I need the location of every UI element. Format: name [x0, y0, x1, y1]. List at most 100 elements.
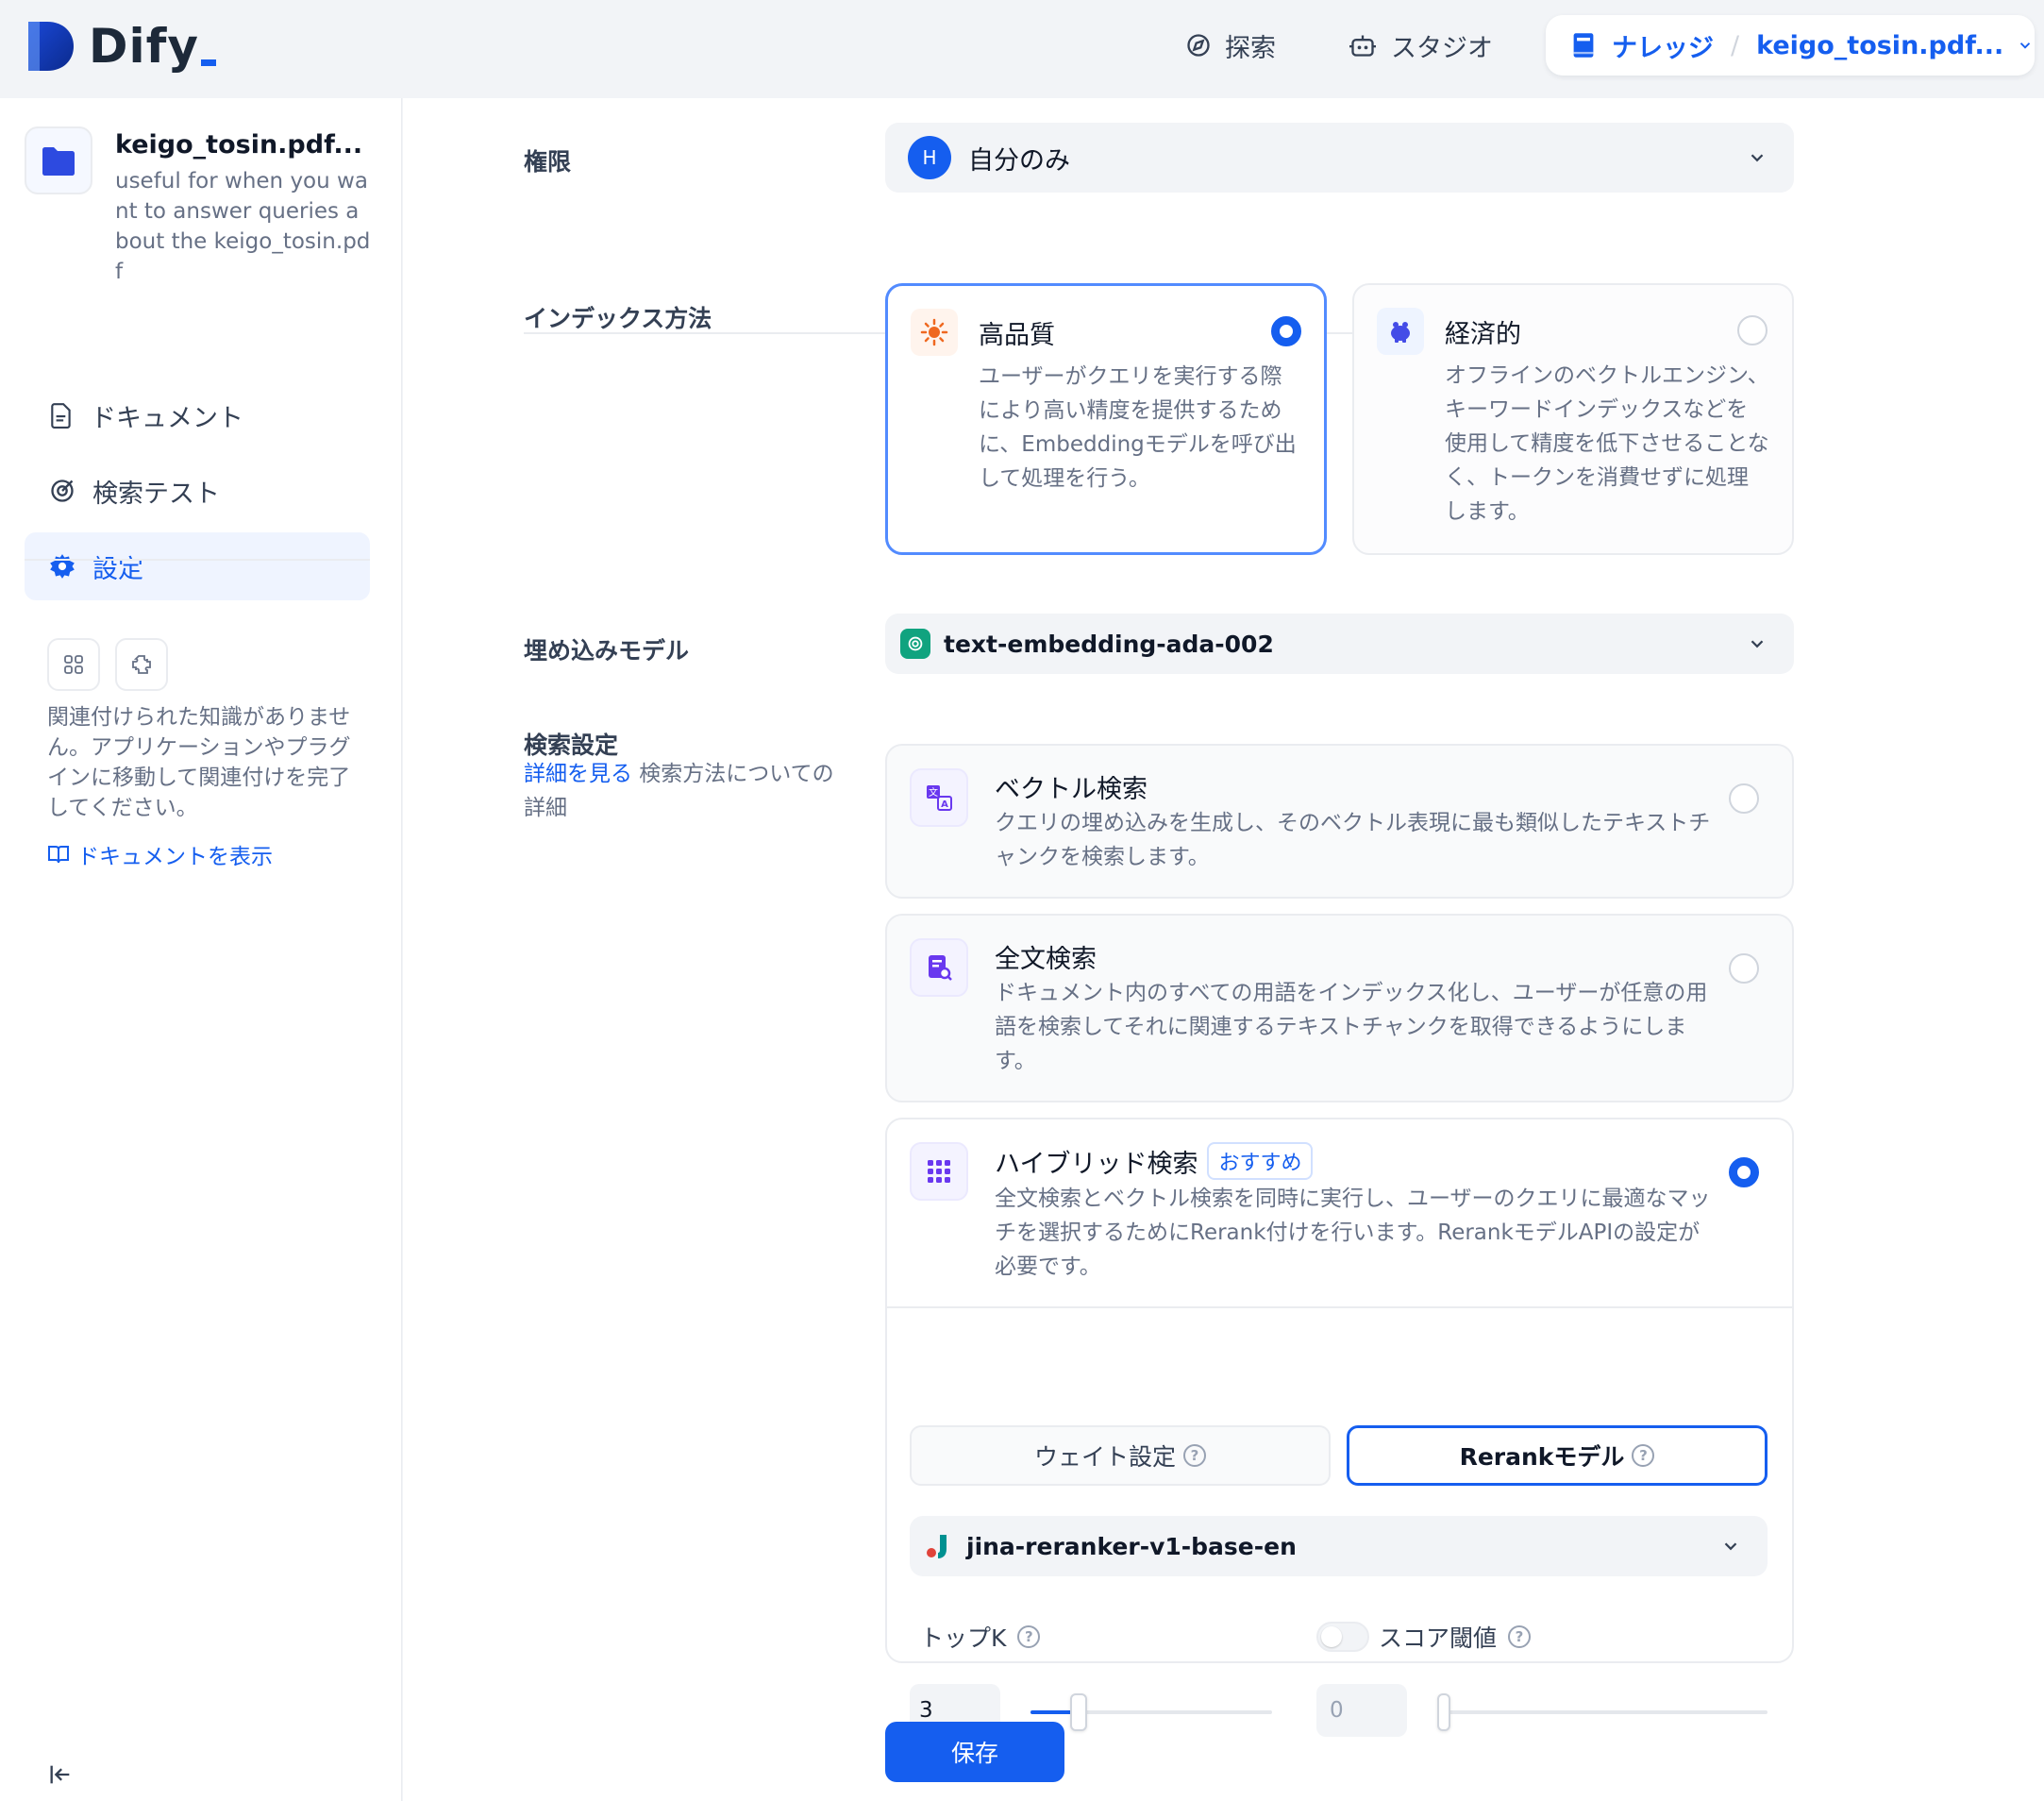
permission-value: 自分のみ: [968, 145, 1070, 176]
index-option-high-quality[interactable]: 高品質 ユーザーがクエリを実行する際により高い精度を提供するために、Embedd…: [885, 283, 1327, 555]
radio-selected[interactable]: [1729, 1157, 1759, 1187]
slider-track: [1437, 1710, 1768, 1714]
nav-knowledge[interactable]: ナレッジ / keigo_tosin.pdf...: [1546, 15, 2035, 76]
embedding-model-select[interactable]: text-embedding-ada-002: [885, 614, 1794, 674]
retrieval-option-desc: 全文検索とベクトル検索を同時に実行し、ユーザーのクエリに最適なマッチを選択するた…: [995, 1187, 1711, 1279]
target-icon: [51, 480, 74, 502]
learn-more-link[interactable]: 詳細を見る: [524, 762, 632, 786]
radio-unselected[interactable]: [1729, 953, 1759, 984]
apps-icon: [47, 638, 100, 691]
retrieval-option-desc: クエリの埋め込みを生成し、そのベクトル表現に最も類似したテキストチャンクを検索し…: [995, 811, 1711, 869]
tab-rerank-model[interactable]: Rerankモデル?: [1347, 1425, 1768, 1486]
slider-thumb[interactable]: [1070, 1693, 1088, 1731]
open-book-icon: [48, 846, 69, 864]
permission-select[interactable]: H 自分のみ: [885, 123, 1794, 193]
gear-icon: [50, 554, 75, 579]
retrieval-option-desc: ドキュメント内のすべての用語をインデックス化し、ユーザーが任意の用語を検索してそ…: [995, 981, 1708, 1073]
dify-logo[interactable]: Dify: [26, 19, 216, 74]
collapse-sidebar-icon[interactable]: [47, 1761, 74, 1792]
tab-label: Rerankモデル: [1459, 1443, 1625, 1471]
nav-studio-label: スタジオ: [1391, 33, 1493, 63]
help-icon[interactable]: ?: [1183, 1444, 1206, 1467]
score-threshold-toggle[interactable]: [1316, 1622, 1369, 1652]
openai-icon: [900, 629, 930, 659]
top-k-slider[interactable]: [1030, 1693, 1272, 1731]
help-icon[interactable]: ?: [1632, 1444, 1655, 1467]
slider-thumb[interactable]: [1437, 1693, 1450, 1731]
sun-icon: [911, 309, 958, 356]
index-option-desc: オフラインのベクトルエンジン、キーワードインデックスなどを使用して精度を低下させ…: [1445, 363, 1769, 524]
embedding-model-label: 埋め込みモデル: [524, 637, 690, 665]
brand-underscore: [201, 59, 216, 66]
chevron-down-icon: [1751, 640, 1764, 648]
index-option-economical[interactable]: 経済的 オフラインのベクトルエンジン、キーワードインデックスなどを使用して精度を…: [1352, 283, 1794, 555]
radio-unselected[interactable]: [1729, 783, 1759, 814]
radio-unselected[interactable]: [1737, 315, 1768, 345]
settings-panel: 権限 H 自分のみ インデックス方法 高品質 ユーザーがクエリを実行する際により…: [403, 98, 2044, 1801]
chevron-down-icon: [1724, 1542, 1737, 1551]
help-icon[interactable]: ?: [1017, 1625, 1041, 1648]
retrieval-option-fulltext[interactable]: 全文検索 ドキュメント内のすべての用語をインデックス化し、ユーザーが任意の用語を…: [885, 914, 1794, 1102]
nav-studio[interactable]: スタジオ: [1348, 23, 1493, 68]
score-threshold-input[interactable]: 0: [1316, 1684, 1407, 1737]
retrieval-option-title: 全文検索: [995, 945, 1097, 974]
top-bar: Dify 探索 スタジオ ナレッジ / keigo_tosin.pdf...: [0, 0, 2044, 98]
top-k-text: トップK: [920, 1624, 1007, 1652]
breadcrumb-separator: /: [1731, 30, 1740, 60]
avatar: H: [908, 136, 951, 179]
dataset-name: keigo_tosin.pdf...: [115, 130, 363, 160]
svg-text:A: A: [941, 800, 948, 810]
piggy-bank-icon: [1377, 308, 1424, 355]
dataset-folder-icon: [25, 126, 92, 194]
retrieval-option-vector[interactable]: 文A ベクトル検索 クエリの埋め込みを生成し、そのベクトル表現に最も類似したテキ…: [885, 744, 1794, 899]
nav-knowledge-label: ナレッジ: [1612, 33, 1714, 63]
chevron-down-icon[interactable]: [2017, 37, 2034, 54]
top-k-label: トップK?: [920, 1620, 1041, 1654]
index-option-desc: ユーザーがクエリを実行する際により高い精度を提供するために、Embeddingモ…: [979, 364, 1297, 491]
hybrid-divider: [887, 1306, 1792, 1308]
sidebar-item-label: ドキュメント: [91, 403, 243, 433]
view-docs-link[interactable]: ドキュメントを表示: [47, 838, 273, 870]
save-button[interactable]: 保存: [885, 1722, 1064, 1782]
nav-explore-label: 探索: [1225, 33, 1276, 63]
retrieval-help: 詳細を見る 検索方法についての詳細: [524, 757, 835, 825]
index-method-label: インデックス方法: [524, 305, 712, 332]
view-docs-label: ドキュメントを表示: [77, 845, 273, 869]
brand-name: Dify: [89, 19, 199, 74]
tab-label: ウェイト設定: [1033, 1443, 1176, 1471]
rerank-model-value: jina-reranker-v1-base-en: [966, 1532, 1297, 1560]
tab-weight-settings[interactable]: ウェイト設定?: [910, 1425, 1331, 1486]
score-threshold-label: スコア閾値: [1379, 1624, 1498, 1652]
recommended-badge: おすすめ: [1207, 1142, 1314, 1180]
grid-dots-icon: [910, 1142, 968, 1201]
radio-selected[interactable]: [1271, 316, 1301, 346]
retrieval-settings-label: 検索設定: [524, 732, 619, 759]
score-threshold-row: スコア閾値?: [1316, 1620, 1532, 1654]
retrieval-option-title: ハイブリッド検索 おすすめ: [995, 1142, 1314, 1180]
dify-logo-mark: [28, 22, 74, 71]
document-icon: [51, 403, 71, 429]
rerank-model-select[interactable]: jina-reranker-v1-base-en: [910, 1516, 1768, 1576]
embedding-model-value: text-embedding-ada-002: [944, 630, 1274, 658]
nav-explore[interactable]: 探索: [1185, 23, 1276, 68]
no-associations-note: 関連付けられた知識がありません。アプリケーションやプラグインに移動して関連付けを…: [47, 705, 351, 820]
sidebar-divider: [25, 559, 370, 561]
compass-icon: [1187, 34, 1210, 57]
sidebar-item-documents[interactable]: ドキュメント: [25, 381, 370, 449]
sidebar-item-settings[interactable]: 設定: [25, 532, 370, 600]
index-option-title: 高品質: [979, 321, 1055, 350]
jina-icon: [925, 1532, 953, 1560]
index-option-title: 経済的: [1445, 320, 1521, 349]
score-threshold-slider[interactable]: [1437, 1693, 1768, 1731]
sidebar-item-retrieval-test[interactable]: 検索テスト: [25, 457, 370, 525]
help-icon[interactable]: ?: [1508, 1625, 1532, 1648]
robot-icon: [1349, 35, 1376, 57]
book-icon: [1573, 33, 1594, 58]
breadcrumb-current-dataset[interactable]: keigo_tosin.pdf...: [1756, 31, 2003, 60]
retrieval-option-title: ベクトル検索: [995, 775, 1148, 804]
translate-icon: 文A: [910, 768, 968, 827]
chevron-down-icon: [1751, 154, 1764, 162]
dataset-description: useful for when you want to answer queri…: [115, 169, 371, 284]
svg-text:文: 文: [929, 786, 938, 799]
retrieval-option-hybrid[interactable]: ハイブリッド検索 おすすめ 全文検索とベクトル検索を同時に実行し、ユーザーのクエ…: [885, 1118, 1794, 1663]
